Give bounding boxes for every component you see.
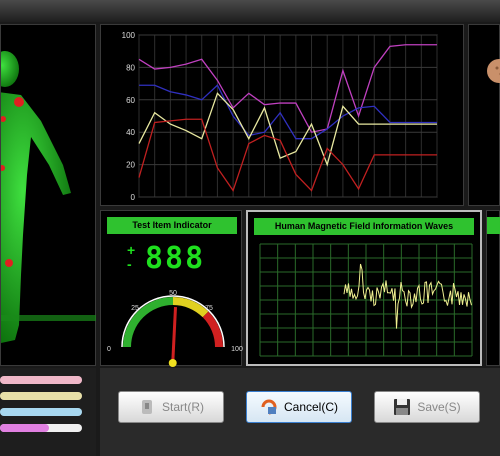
y-tick-label: 100 — [122, 31, 136, 40]
floppy-disk-icon — [393, 398, 411, 416]
cancel-icon — [260, 398, 278, 416]
gauge-label: 25 — [131, 305, 139, 312]
body-scan-panel — [0, 24, 96, 366]
organ-icon — [487, 59, 500, 83]
digit-display: 888 — [145, 241, 206, 276]
level-slider-fill — [0, 408, 82, 416]
point-marker — [5, 259, 13, 267]
y-tick-label: 40 — [126, 128, 135, 137]
y-tick-label: 80 — [126, 63, 135, 72]
plus-sign: + — [127, 242, 136, 258]
gauge-label: 100 — [231, 346, 243, 353]
line-chart-panel: 0 20 40 60 80 100 — [100, 24, 464, 206]
slider-group — [0, 368, 96, 456]
cancel-button[interactable]: Cancel(C) — [246, 391, 352, 423]
level-slider[interactable] — [0, 424, 82, 432]
indicator-title: Test Item Indicator — [107, 217, 237, 234]
gauge-label: 50 — [169, 290, 177, 297]
plus-minus-sign: + - — [127, 243, 135, 271]
gauge-label: 0 — [107, 346, 111, 353]
title-bar — [0, 0, 500, 22]
gauge-label: 75 — [205, 305, 213, 312]
gauge-needle — [171, 307, 178, 364]
save-button[interactable]: Save(S) — [374, 391, 480, 423]
level-slider[interactable] — [0, 392, 82, 400]
side-panel — [486, 210, 500, 366]
action-bar: Start(R) Cancel(C) Save(S) — [100, 368, 500, 456]
level-slider[interactable] — [0, 408, 82, 416]
start-label: Start(R) — [162, 400, 204, 414]
human-body-figure — [0, 51, 96, 343]
level-slider-fill — [0, 376, 82, 384]
cancel-label: Cancel(C) — [283, 400, 338, 414]
test-item-indicator-panel: Test Item Indicator + - 888 0 25 50 75 100 — [100, 210, 243, 367]
y-tick-label: 0 — [131, 193, 136, 202]
minus-sign: - — [127, 256, 132, 272]
gauge: 0 25 50 75 100 — [107, 290, 243, 367]
start-button[interactable]: Start(R) — [118, 391, 224, 423]
line-chart: 0 20 40 60 80 100 — [122, 31, 438, 202]
level-slider-fill — [0, 392, 82, 400]
wave-title: Human Magnetic Field Information Waves — [254, 218, 474, 235]
level-slider[interactable] — [0, 376, 82, 384]
magnetic-field-wave-panel: Human Magnetic Field Information Waves — [246, 210, 482, 366]
point-marker — [14, 97, 24, 107]
y-tick-label: 20 — [126, 161, 135, 170]
wave-chart — [259, 243, 473, 357]
start-icon — [138, 398, 156, 416]
level-slider-fill — [0, 424, 50, 432]
y-tick-label: 60 — [126, 96, 135, 105]
save-label: Save(S) — [417, 400, 461, 414]
organ-image-panel — [468, 24, 500, 206]
